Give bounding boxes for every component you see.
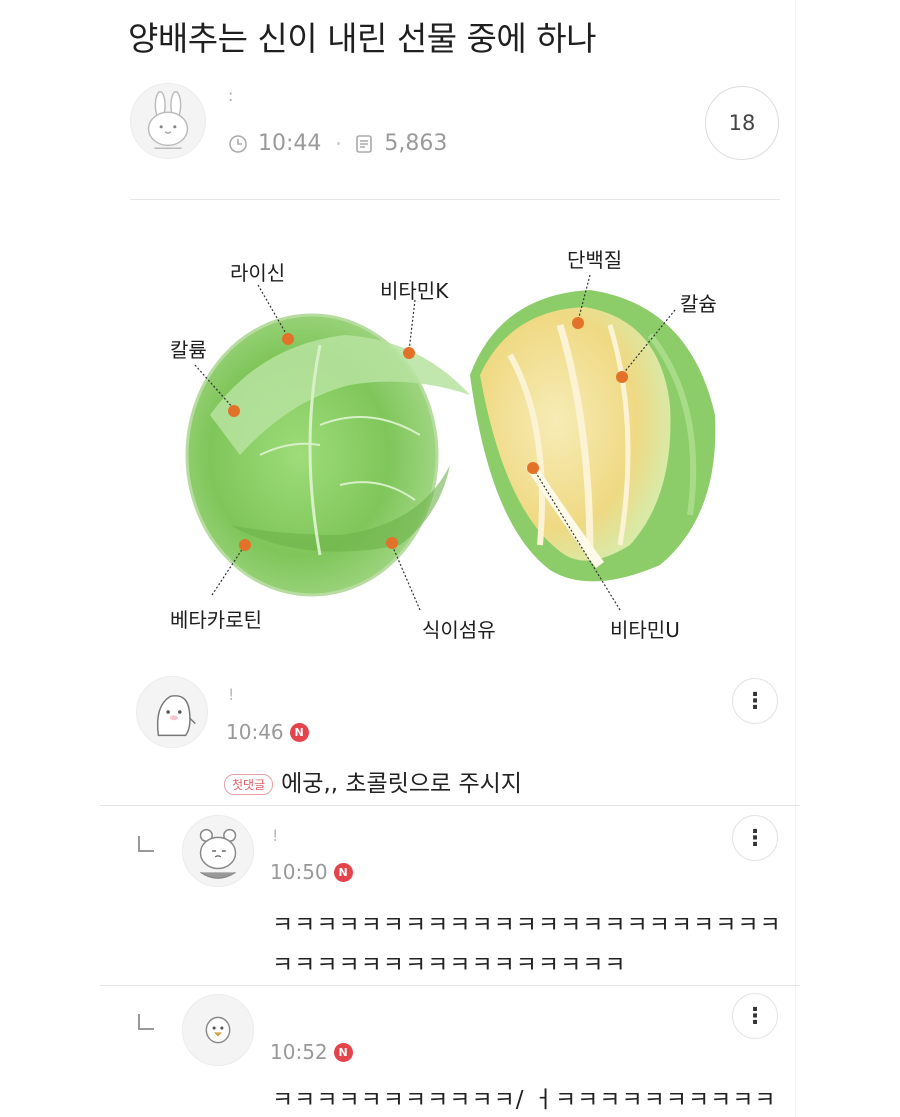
rabbit-avatar-icon <box>147 91 189 149</box>
right-margin <box>795 0 900 1117</box>
comment-text: 에궁,, 초콜릿으로 주시지 <box>281 771 522 797</box>
author-avatar[interactable] <box>130 83 206 159</box>
dot-beta-carotene <box>239 539 251 551</box>
meta-separator <box>337 142 341 145</box>
new-badge: N <box>333 1042 353 1062</box>
reply-time: 10:52 N <box>270 1040 353 1064</box>
bear-avatar-icon <box>199 828 237 879</box>
more-vertical-icon: ⋮ <box>744 825 766 851</box>
reply-arrow-icon <box>138 836 154 852</box>
reply-avatar[interactable] <box>182 994 254 1066</box>
comment-time: 10:46 N <box>226 720 309 744</box>
reply-time-text: 10:52 <box>270 1040 328 1064</box>
post-views: 5,863 <box>384 131 448 156</box>
label-protein: 단백질 <box>567 248 622 272</box>
reply-avatar[interactable] <box>182 815 254 887</box>
comment-count-button[interactable]: 18 <box>705 86 779 160</box>
new-badge: N <box>333 862 353 882</box>
label-beta-carotene: 베타카로틴 <box>170 608 262 632</box>
dot-vitamin-u <box>527 462 539 474</box>
whole-cabbage-image <box>185 313 470 597</box>
reply-more-button[interactable]: ⋮ <box>732 993 778 1039</box>
dot-vitamin-k <box>403 347 415 359</box>
reply-name[interactable]: ! <box>272 826 278 845</box>
half-cabbage-image <box>470 290 716 582</box>
comment-time-text: 10:46 <box>226 720 284 744</box>
reply-text-line-2: ㅋㅋㅋㅋㅋㅋㅋㅋㅋㅋㅋㅋㅋㅋㅋㅋ <box>272 952 627 978</box>
comment-count: 18 <box>728 111 756 135</box>
more-vertical-icon: ⋮ <box>744 688 766 714</box>
reply-more-button[interactable]: ⋮ <box>732 815 778 861</box>
ghost-avatar-icon <box>156 695 196 737</box>
reply-text-line-1: ㅋㅋㅋㅋㅋㅋㅋㅋㅋㅋㅋㅋㅋㅋㅋㅋㅋㅋㅋㅋㅋㅋㅋ <box>272 912 782 938</box>
dot-calcium <box>616 371 628 383</box>
dot-potassium <box>228 405 240 417</box>
label-vitamin-k: 비타민K <box>380 279 449 303</box>
first-comment-badge: 첫댓글 <box>224 774 274 795</box>
dot-fiber <box>386 537 398 549</box>
post-meta: 10:44 5,863 <box>228 131 447 156</box>
comment-divider <box>100 805 800 806</box>
label-calcium: 칼슘 <box>680 292 717 316</box>
label-potassium: 칼륨 <box>170 338 207 362</box>
reply-time-text: 10:50 <box>270 860 328 884</box>
new-badge: N <box>289 722 309 742</box>
cabbage-nutrient-figure: 라이신 비타민K 칼륨 베타카로틴 식이섬유 단백질 칼슘 비타민U <box>170 225 730 665</box>
more-vertical-icon: ⋮ <box>744 1003 766 1029</box>
chick-avatar-icon <box>205 1016 231 1044</box>
dot-protein <box>572 317 584 329</box>
header-divider <box>130 199 780 200</box>
dot-lysine <box>282 333 294 345</box>
label-vitamin-u: 비타민U <box>610 618 680 642</box>
reply-time: 10:50 N <box>270 860 353 884</box>
post-time: 10:44 <box>258 131 322 156</box>
label-lysine: 라이신 <box>230 261 285 285</box>
reply-text-line-1: ㅋㅋㅋㅋㅋㅋㅋㅋㅋㅋㅋ/ ㅓㅋㅋㅋㅋㅋㅋㅋㅋㅋㅋ <box>272 1087 777 1113</box>
comment-body: 첫댓글 에궁,, 초콜릿으로 주시지 <box>224 764 522 798</box>
comment-more-button[interactable]: ⋮ <box>732 678 778 724</box>
comment-avatar[interactable] <box>136 676 208 748</box>
clock-icon <box>228 134 248 154</box>
post-title: 양배추는 신이 내린 선물 중에 하나 <box>128 19 597 58</box>
commenter-name[interactable]: ! <box>228 685 234 704</box>
author-name[interactable]: : <box>228 86 233 105</box>
reply-arrow-icon <box>138 1014 154 1030</box>
label-fiber: 식이섬유 <box>422 618 496 642</box>
reply-divider <box>100 985 800 986</box>
views-icon <box>354 134 374 154</box>
post-page: 양배추는 신이 내린 선물 중에 하나 : 10:44 5,863 18 라이신… <box>0 0 900 1117</box>
